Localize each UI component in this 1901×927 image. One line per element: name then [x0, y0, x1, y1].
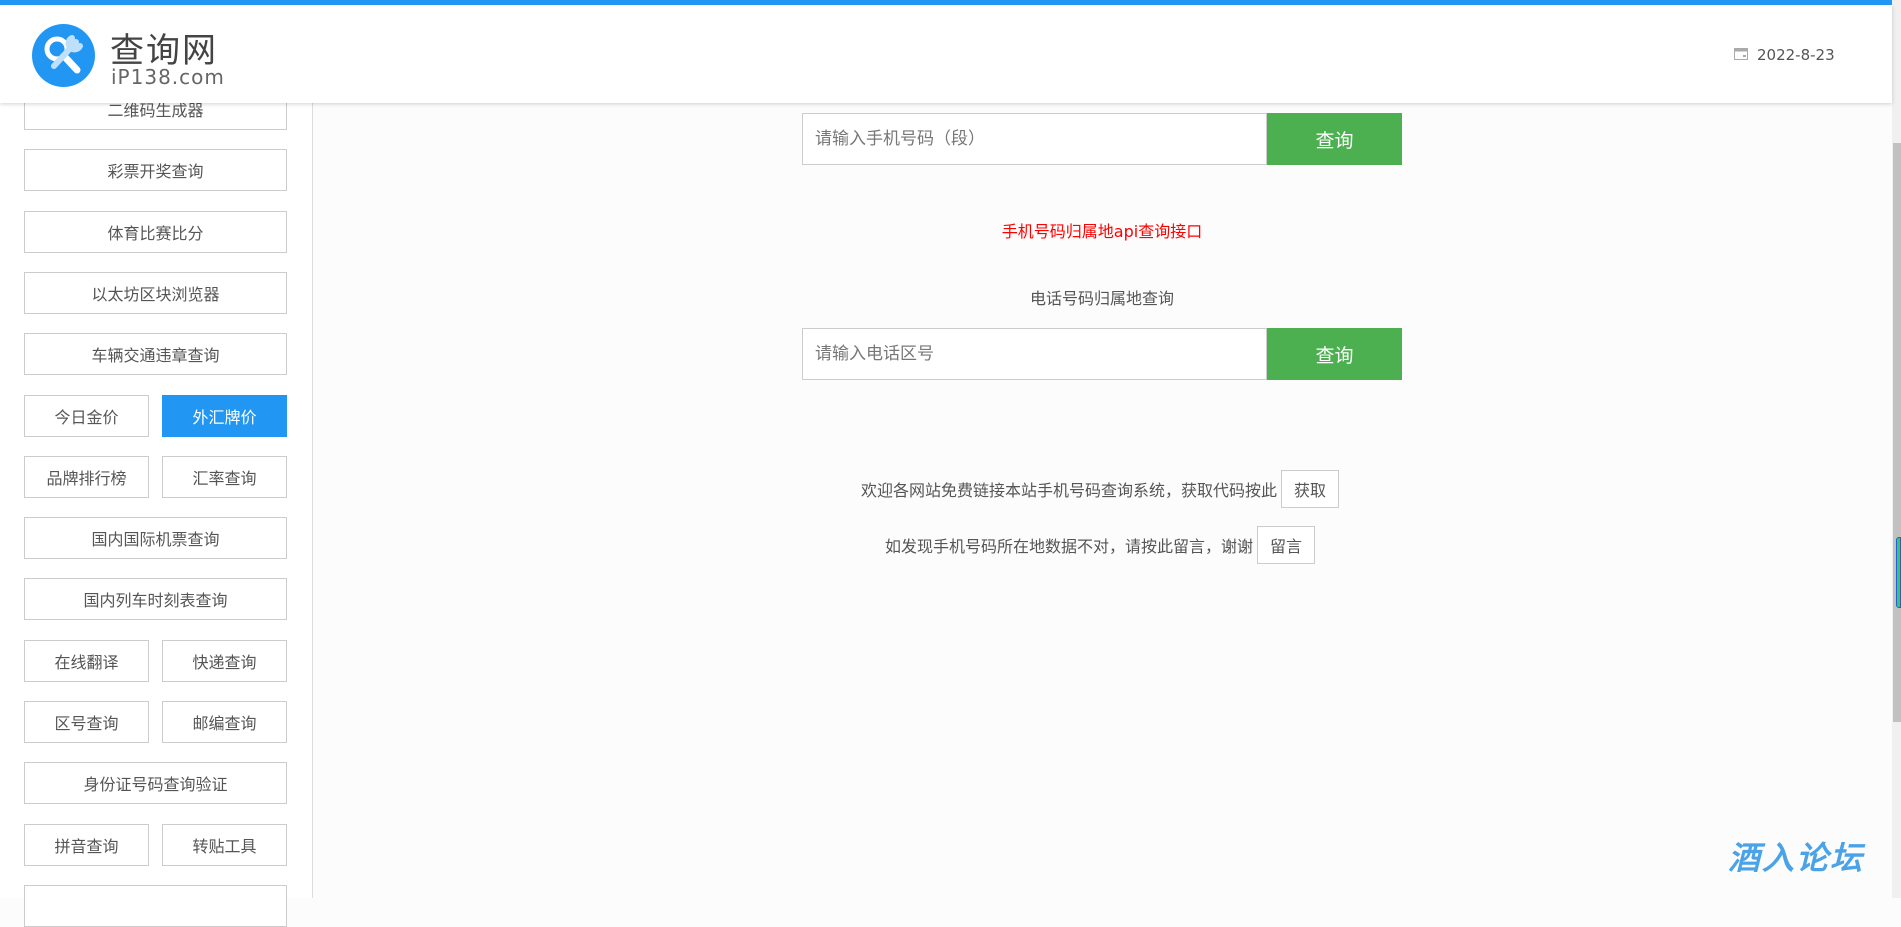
- sidebar-item[interactable]: 快递查询: [162, 639, 287, 682]
- scrollbar-thumb[interactable]: [1893, 143, 1901, 722]
- sidebar-item[interactable]: 以太坊区块浏览器: [24, 271, 287, 314]
- sidebar-item[interactable]: 拼音查询: [24, 823, 149, 866]
- sidebar-item[interactable]: 国内国际机票查询: [24, 517, 287, 560]
- date-text: 2022-8-23: [1757, 46, 1835, 64]
- leave-message-button[interactable]: 留言: [1257, 526, 1316, 564]
- sidebar-item[interactable]: 区号查询: [24, 701, 149, 743]
- area-code-input[interactable]: [802, 328, 1267, 380]
- sidebar-item[interactable]: 在线翻译: [24, 639, 149, 682]
- get-code-button[interactable]: 获取: [1281, 470, 1340, 508]
- sidebar-item[interactable]: 车辆交通违章查询: [24, 333, 287, 376]
- top-accent-bar: [0, 0, 1892, 5]
- sidebar: 二维码生成器 彩票开奖查询 体育比赛比分 以太坊区块浏览器 车辆交通违章查询 今日金价 外汇…: [0, 0, 313, 927]
- date-display: 2022-8-23: [1734, 46, 1835, 64]
- logo-icon[interactable]: [32, 24, 95, 87]
- sidebar-item[interactable]: 国内列车时刻表查询: [24, 578, 287, 621]
- sidebar-item[interactable]: 今日金价: [24, 394, 149, 437]
- sidebar-item[interactable]: 汇率查询: [162, 455, 287, 498]
- sidebar-item[interactable]: 转贴工具: [162, 823, 287, 866]
- sidebar-item[interactable]: 身份证号码查询验证: [24, 762, 287, 805]
- mobile-number-input[interactable]: [802, 113, 1267, 165]
- feedback-text: 如发现手机号码所在地数据不对，请按此留言，谢谢: [884, 537, 1253, 556]
- sidebar-item[interactable]: 邮编查询: [162, 701, 287, 743]
- mobile-query-button[interactable]: 查询: [1267, 113, 1402, 165]
- scrollbar[interactable]: [1892, 0, 1901, 898]
- area-query-button[interactable]: 查询: [1267, 328, 1402, 380]
- logo-subtitle[interactable]: iP138.com: [111, 65, 225, 89]
- side-widget-tab[interactable]: [1896, 537, 1901, 608]
- sidebar-item[interactable]: 彩票开奖查询: [24, 149, 287, 192]
- sidebar-item[interactable]: 体育比赛比分: [24, 210, 287, 253]
- sidebar-item[interactable]: 外汇牌价: [162, 394, 287, 437]
- sidebar-item[interactable]: 品牌排行榜: [24, 455, 149, 498]
- feedback-line: 如发现手机号码所在地数据不对，请按此留言，谢谢 留言: [700, 526, 1500, 564]
- watermark-logo: 酒入论坛: [1728, 839, 1865, 877]
- link-promo-text: 欢迎各网站免费链接本站手机号码查询系统，获取代码按此: [860, 481, 1277, 500]
- sidebar-item[interactable]: [24, 884, 287, 927]
- phone-section-title: 电话号码归属地查询: [1029, 289, 1174, 308]
- header: 查询网 iP138.com 2022-8-23: [0, 5, 1892, 103]
- api-link[interactable]: 手机号码归属地api查询接口: [802, 218, 1402, 242]
- link-promo-line: 欢迎各网站免费链接本站手机号码查询系统，获取代码按此 获取: [700, 470, 1500, 508]
- calendar-icon: [1734, 46, 1748, 64]
